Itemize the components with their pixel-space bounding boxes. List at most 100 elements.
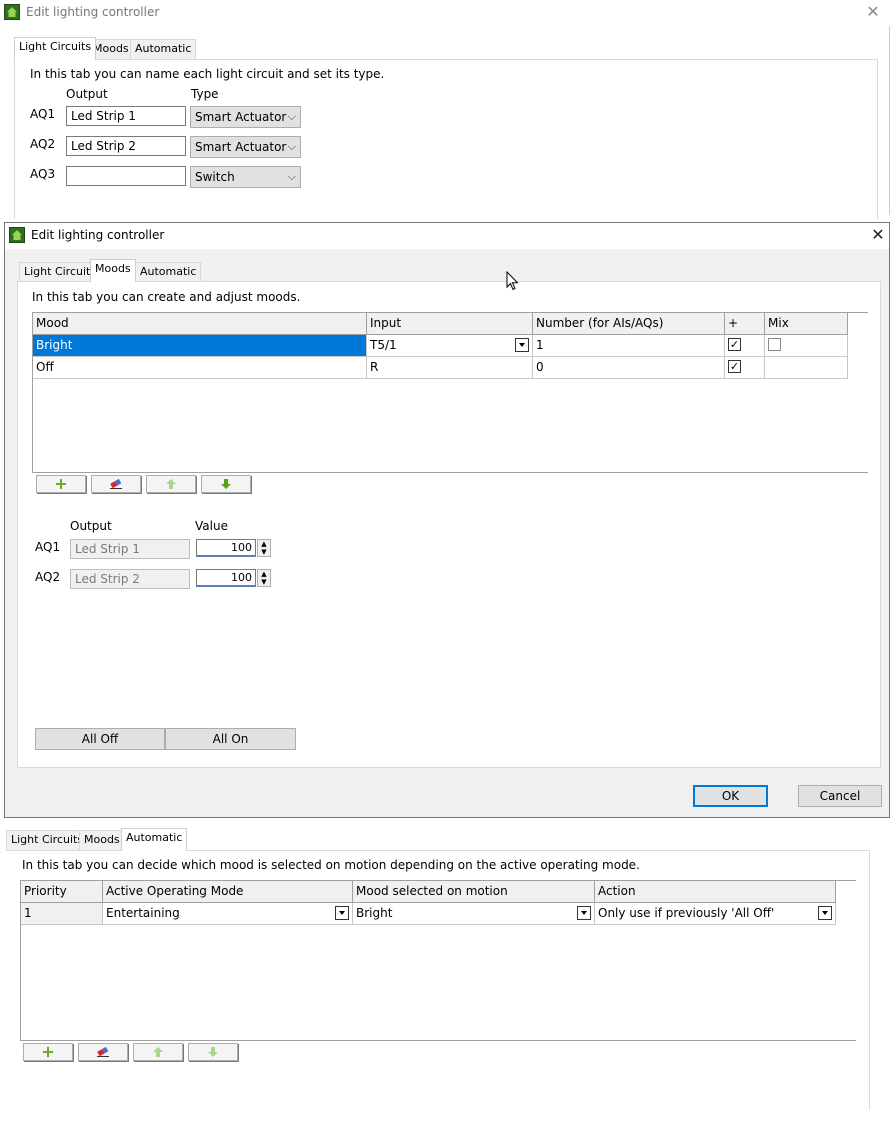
cancel-button[interactable]: Cancel: [798, 785, 882, 807]
dropdown-arrow-icon[interactable]: [577, 906, 591, 920]
mode-value: Entertaining: [106, 906, 180, 920]
automatic-grid[interactable]: Priority Active Operating Mode Mood sele…: [20, 880, 856, 1041]
input-value: T5/1: [370, 338, 397, 352]
mood-cell[interactable]: Bright: [353, 903, 595, 925]
tab-moods[interactable]: Moods: [90, 259, 136, 282]
plus-checkbox[interactable]: ✓: [728, 338, 741, 351]
plus-cell[interactable]: ✓: [725, 357, 765, 379]
tab-light-circuits[interactable]: Light Circuits: [6, 830, 89, 850]
move-down-button[interactable]: [188, 1043, 238, 1061]
tab-light-circuits[interactable]: Light Circuits: [19, 262, 102, 282]
add-button[interactable]: [36, 475, 86, 493]
spinner-arrows-icon[interactable]: ▲ ▼: [257, 569, 271, 587]
header-mood[interactable]: Mood: [33, 313, 367, 335]
tab-light-circuits[interactable]: Light Circuits: [14, 37, 97, 60]
delete-button[interactable]: [91, 475, 141, 493]
window-title: Edit lighting controller: [31, 228, 165, 242]
column-output-label: Output: [66, 87, 108, 101]
mode-cell[interactable]: Entertaining: [103, 903, 353, 925]
header-number[interactable]: Number (for AIs/AQs): [533, 313, 725, 335]
aq1-label: AQ1: [30, 107, 56, 121]
plus-icon: [56, 479, 66, 489]
arrow-down-icon: [208, 1047, 218, 1057]
mood-cell[interactable]: Bright: [33, 335, 367, 357]
dialog-automatic: Light Circuits Moods Automatic In this t…: [0, 826, 890, 1121]
move-up-button[interactable]: [133, 1043, 183, 1061]
ok-button[interactable]: OK: [693, 785, 768, 807]
aq3-type-select[interactable]: Switch ⌵: [190, 166, 301, 188]
mood-cell[interactable]: Off: [33, 357, 367, 379]
aq1-output-field[interactable]: Led Strip 1: [66, 106, 186, 126]
close-icon[interactable]: ✕: [862, 2, 884, 22]
dropdown-arrow-icon[interactable]: [515, 338, 529, 352]
intro-text: In this tab you can name each light circ…: [30, 67, 385, 81]
action-value: Only use if previously 'All Off': [598, 906, 775, 920]
dialog-light-circuits: Edit lighting controller ✕ Light Circuit…: [0, 0, 890, 219]
aq1-label: AQ1: [35, 540, 61, 554]
intro-text: In this tab you can decide which mood is…: [22, 858, 640, 872]
header-action[interactable]: Action: [595, 881, 836, 903]
mix-cell[interactable]: [765, 335, 848, 357]
number-cell[interactable]: 1: [533, 335, 725, 357]
mood-value: Bright: [356, 906, 393, 920]
tab-moods[interactable]: Moods: [79, 830, 125, 850]
mix-checkbox[interactable]: [768, 338, 781, 351]
all-off-button[interactable]: All Off: [35, 728, 165, 750]
action-cell[interactable]: Only use if previously 'All Off': [595, 903, 836, 925]
arrow-up-icon: [153, 1047, 163, 1057]
aq2-output-field[interactable]: Led Strip 2: [66, 136, 186, 156]
aq2-type-select[interactable]: Smart Actuator ⌵: [190, 136, 301, 158]
mix-cell[interactable]: [765, 357, 848, 379]
input-cell[interactable]: R: [367, 357, 533, 379]
close-icon[interactable]: ✕: [867, 225, 889, 245]
aq3-label: AQ3: [30, 167, 56, 181]
aq2-label: AQ2: [35, 570, 61, 584]
move-up-button[interactable]: [146, 475, 196, 493]
title-bar: Edit lighting controller ✕: [0, 0, 890, 26]
spinner-arrows-icon[interactable]: ▲ ▼: [257, 539, 271, 557]
number-cell[interactable]: 0: [533, 357, 725, 379]
mouse-pointer-icon: [506, 271, 519, 291]
plus-cell[interactable]: ✓: [725, 335, 765, 357]
house-icon: [9, 227, 25, 243]
aq1-value[interactable]: 100: [196, 539, 256, 557]
column-value-label: Value: [195, 519, 228, 533]
eraser-icon: [97, 1046, 109, 1057]
priority-cell[interactable]: 1: [21, 903, 103, 925]
header-active-operating-mode[interactable]: Active Operating Mode: [103, 881, 353, 903]
input-cell[interactable]: T5/1: [367, 335, 533, 357]
dialog-moods: Edit lighting controller ✕ Light Circuit…: [4, 222, 890, 818]
header-plus[interactable]: +: [725, 313, 765, 335]
tab-automatic[interactable]: Automatic: [121, 828, 188, 851]
panel-edge: [869, 850, 870, 1110]
tab-automatic[interactable]: Automatic: [130, 39, 197, 59]
aq1-value-spinner[interactable]: 100 ▲ ▼: [196, 539, 272, 557]
plus-checkbox[interactable]: ✓: [728, 360, 741, 373]
dropdown-arrow-icon[interactable]: [335, 906, 349, 920]
aq3-type-value: Switch: [195, 170, 235, 184]
chevron-down-icon: ⌵: [287, 140, 296, 153]
header-priority[interactable]: Priority: [21, 881, 103, 903]
aq2-value[interactable]: 100: [196, 569, 256, 587]
chevron-down-icon: ⌵: [287, 170, 296, 183]
aq1-type-select[interactable]: Smart Actuator ⌵: [190, 106, 301, 128]
header-mood-on-motion[interactable]: Mood selected on motion: [353, 881, 595, 903]
delete-button[interactable]: [78, 1043, 128, 1061]
tab-automatic[interactable]: Automatic: [135, 262, 202, 282]
chevron-down-icon: ⌵: [287, 110, 296, 123]
add-button[interactable]: [23, 1043, 73, 1061]
window-title: Edit lighting controller: [26, 5, 160, 19]
move-down-button[interactable]: [201, 475, 251, 493]
aq2-label: AQ2: [30, 137, 56, 151]
column-output-label: Output: [70, 519, 112, 533]
aq2-value-spinner[interactable]: 100 ▲ ▼: [196, 569, 272, 587]
header-input[interactable]: Input: [367, 313, 533, 335]
intro-text: In this tab you can create and adjust mo…: [32, 290, 301, 304]
house-icon: [4, 4, 20, 20]
plus-icon: [43, 1047, 53, 1057]
all-on-button[interactable]: All On: [165, 728, 296, 750]
dropdown-arrow-icon[interactable]: [818, 906, 832, 920]
header-mix[interactable]: Mix: [765, 313, 848, 335]
aq3-output-field[interactable]: [66, 166, 186, 186]
moods-grid[interactable]: Mood Input Number (for AIs/AQs) + Mix Br…: [32, 312, 868, 473]
